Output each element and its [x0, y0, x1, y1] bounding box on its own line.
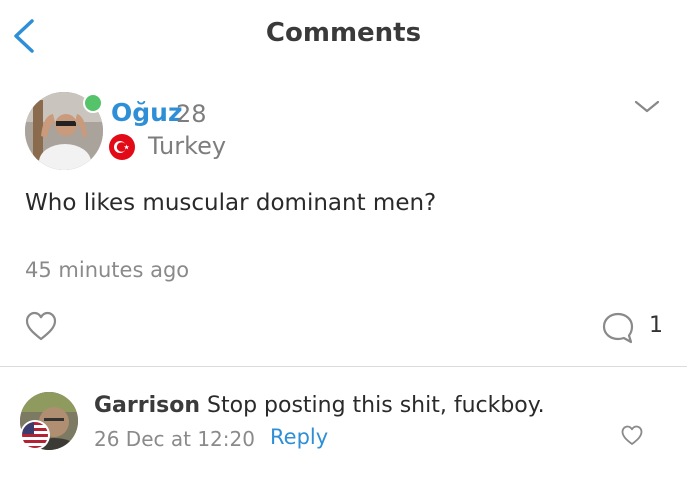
comment-text: Stop posting this shit, fuckboy.	[207, 393, 545, 418]
commenter-name[interactable]: Garrison	[94, 393, 200, 418]
post-options-button[interactable]	[632, 96, 662, 116]
comment-like-button[interactable]	[620, 424, 644, 446]
heart-outline-icon	[621, 425, 643, 445]
comment-line: Garrison Stop posting this shit, fuckboy…	[94, 393, 545, 418]
turkey-flag-icon	[109, 134, 135, 160]
comment-count: 1	[649, 313, 663, 338]
post-text: Who likes muscular dominant men?	[25, 190, 437, 216]
author-name[interactable]: Oğuz	[111, 98, 183, 127]
usa-flag-icon	[20, 420, 50, 450]
reply-link[interactable]: Reply	[270, 425, 328, 449]
page-title: Comments	[265, 18, 422, 48]
comment-button[interactable]	[600, 310, 636, 346]
heart-outline-icon	[25, 311, 57, 341]
author-age: 28	[176, 100, 207, 128]
chevron-down-icon	[634, 100, 660, 113]
post-timestamp: 45 minutes ago	[25, 258, 190, 282]
author-country: Turkey	[148, 132, 227, 160]
comment-timestamp: 26 Dec at 12:20	[94, 427, 255, 451]
online-status-dot	[83, 93, 103, 113]
divider	[0, 366, 687, 367]
like-button[interactable]	[24, 310, 58, 342]
comment-row: Garrison Stop posting this shit, fuckboy…	[0, 380, 687, 470]
post-card: Oğuz 28 Turkey Who likes muscular domina…	[0, 70, 687, 366]
header-bar: Comments	[0, 0, 687, 70]
speech-bubble-icon	[602, 312, 634, 344]
